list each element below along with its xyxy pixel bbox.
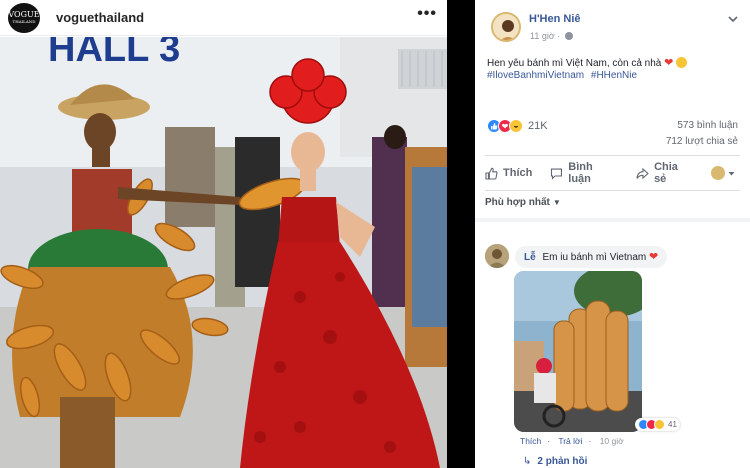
post-hashtags: #IloveBanhmiVietnam #HHenNie [487, 70, 641, 81]
comment-actions: Thích · Trả lời · 10 giờ [520, 436, 630, 446]
avatar-image [493, 14, 519, 40]
speech-bubble-icon [551, 167, 563, 180]
hashtag-link[interactable]: #IloveBanhmiVietnam [487, 70, 584, 81]
post-photo: HALL 3 [0, 37, 447, 468]
screenshot-composite: VOGUE THAILAND voguethailand ••• HALL 3 [0, 0, 750, 468]
comment-author[interactable]: Lễ [524, 252, 536, 263]
post-as-selector[interactable] [711, 166, 740, 180]
replies-label: 2 phản hồi [537, 456, 588, 467]
post-meta: 11 giờ · [530, 31, 573, 41]
share-button[interactable]: Chia sẻ [636, 161, 693, 185]
shares-count[interactable]: 712 lượt chia sẻ [666, 136, 738, 147]
thumbs-up-icon [485, 167, 498, 180]
reaction-count: 21K [528, 120, 548, 132]
comment-reaction-summary[interactable]: 41 [635, 418, 680, 431]
sort-label: Phù hợp nhất [485, 197, 550, 208]
instagram-post: VOGUE THAILAND voguethailand ••• HALL 3 [0, 0, 447, 468]
heart-emoji-icon: ❤ [664, 57, 674, 69]
post-action-bar: Thích Bình luận Chia sẻ [485, 161, 740, 185]
hashtag-link[interactable]: #HHenNie [591, 70, 637, 81]
avatar-logo-text: VOGUE [8, 10, 40, 19]
dot-separator: · [588, 436, 592, 446]
divider [485, 190, 740, 191]
facebook-post: H'Hen Niê 11 giờ · Hen yêu bánh mì Việt … [475, 0, 750, 468]
comment-text: Em iu bánh mì Vietnam [542, 252, 647, 263]
haha-reaction-icon [509, 119, 523, 133]
commenter-avatar-image [485, 244, 509, 268]
share-label: Chia sẻ [654, 161, 678, 185]
share-arrow-icon [636, 167, 649, 179]
comment-bubble: Lễ Em iu bánh mì Vietnam ❤ [515, 246, 668, 268]
instagram-username[interactable]: voguethailand [56, 10, 144, 25]
like-label: Thích [503, 167, 533, 179]
instagram-post-header: VOGUE THAILAND voguethailand ••• [0, 0, 447, 36]
comment-button[interactable]: Bình luận [550, 161, 618, 185]
haha-reaction-icon [654, 419, 665, 430]
post-photo-illustration: HALL 3 [0, 37, 447, 468]
avatar-logo-subtext: THAILAND [12, 19, 36, 24]
dot-separator: · [557, 31, 563, 41]
reply-arrow-icon: ↳ [523, 456, 532, 467]
post-time[interactable]: 11 giờ [530, 31, 555, 41]
facebook-author-name[interactable]: H'Hen Niê [529, 13, 581, 25]
comment-time[interactable]: 10 giờ [600, 436, 624, 446]
post-text-line: Hen yêu bánh mì Việt Nam, còn cả nhà [487, 58, 662, 69]
comments-count[interactable]: 573 bình luận [677, 120, 738, 131]
hall-sign-text: HALL 3 [48, 37, 180, 70]
chevron-down-icon[interactable] [728, 14, 738, 24]
mini-avatar [711, 166, 725, 180]
dot-separator: · [547, 436, 551, 446]
commenter-avatar[interactable] [485, 244, 509, 268]
like-button[interactable]: Thích [485, 167, 532, 180]
post-text: Hen yêu bánh mì Việt Nam, còn cả nhà ❤ [487, 56, 688, 69]
comment-label: Bình luận [568, 161, 593, 185]
comment-photo-image [514, 271, 642, 432]
more-options-icon[interactable]: ••• [417, 5, 437, 23]
comment-reaction-count: 41 [668, 420, 677, 429]
view-replies-link[interactable]: ↳ 2 phản hồi [523, 456, 587, 467]
comment-like-link[interactable]: Thích [520, 436, 541, 446]
comment-sort-dropdown[interactable]: Phù hợp nhất ▼ [485, 197, 561, 208]
caret-down-icon: ▼ [552, 198, 561, 207]
globe-icon [564, 32, 573, 40]
comment-photo[interactable] [514, 271, 642, 432]
facebook-avatar[interactable] [491, 12, 521, 42]
divider [485, 155, 740, 156]
reaction-summary[interactable]: ❤ 21K [487, 118, 548, 134]
caret-down-icon [728, 171, 735, 175]
comment-reply-link[interactable]: Trả lời [558, 436, 582, 446]
heart-eyes-emoji-icon [676, 57, 688, 68]
instagram-avatar[interactable]: VOGUE THAILAND [8, 3, 40, 33]
section-divider [475, 218, 750, 222]
heart-emoji-icon: ❤ [649, 251, 659, 263]
